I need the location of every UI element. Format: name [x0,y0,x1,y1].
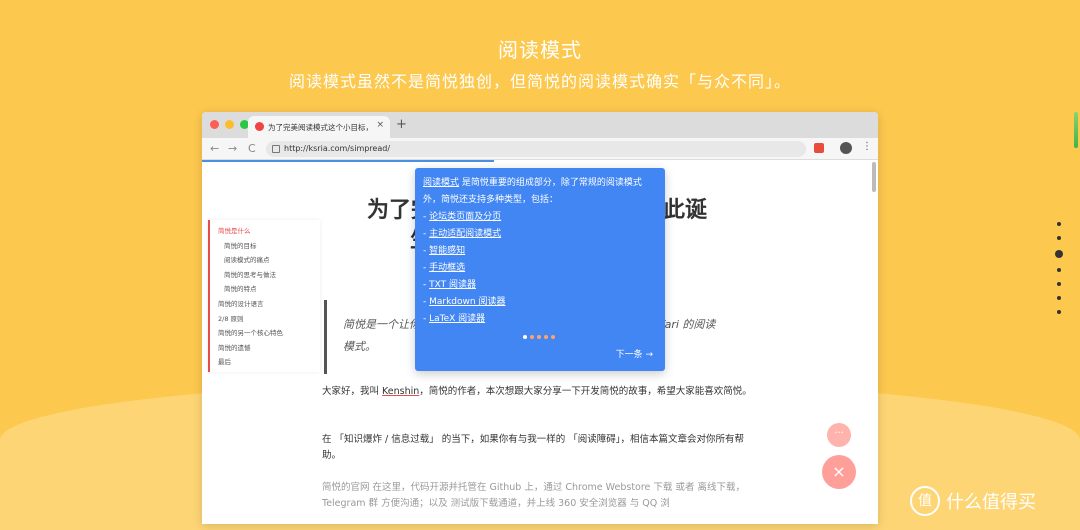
toc-item[interactable]: 简悦的目标 [218,239,320,254]
p1-before: 大家好，我叫 [322,386,383,397]
author-link[interactable]: Kenshin [382,386,419,397]
browser-tab[interactable]: 为了完美阅读模式这个小目标， × [248,116,390,138]
profile-avatar[interactable] [840,142,852,154]
window-controls [210,120,249,129]
section-dot[interactable] [1057,268,1061,272]
popover-item-link[interactable]: LaTeX 阅读器 [429,314,485,324]
section-dot[interactable] [1057,310,1061,314]
reading-progress-bar [202,160,494,162]
paragraph: 在 「知识爆炸 / 信息过载」 的当下，如果你有与我一样的 「阅读障碍」，相信本… [322,434,745,461]
pager-dot[interactable] [537,335,541,339]
toc-item[interactable]: 2/8 原则 [218,312,320,327]
scroll-progress-indicator [1074,112,1078,148]
toc-item[interactable]: 简悦的遗憾 [218,341,320,356]
popover-item-link[interactable]: 智能感知 [429,246,465,256]
popover-item-link[interactable]: TXT 阅读器 [429,280,476,290]
hero-subtitle: 阅读模式虽然不是简悦独创，但简悦的阅读模式确实「与众不同」。 [288,72,791,91]
tab-title: 为了完美阅读模式这个小目标， [268,123,373,132]
back-button[interactable]: ← [210,142,219,155]
browser-toolbar: ← → C http://ksria.com/simpread/ ⋮ [202,138,878,160]
section-dots-nav[interactable] [1052,222,1066,324]
quote-start: 简悦是一个让你 [343,318,420,331]
popover-pager-dots[interactable] [523,335,555,339]
forward-button[interactable]: → [228,142,237,155]
popover-item-link[interactable]: 手动框选 [429,263,465,273]
popover-item-link[interactable]: 主动适配阅读模式 [429,229,501,239]
section-dot[interactable] [1057,282,1061,286]
p1-after: ，简悦的作者，本次想跟大家分享一下开发简悦的故事，希望大家能喜欢简悦。 [419,386,752,397]
pager-dot[interactable] [544,335,548,339]
section-dot-active[interactable] [1055,250,1063,258]
paragraph: 简悦的官网 在这里，代码开源并托管在 Github 上，通过 Chrome We… [322,482,745,509]
pager-dot[interactable] [530,335,534,339]
toc-item[interactable]: 简悦的另一个核心特色 [218,326,320,341]
url-text: http://ksria.com/simpread/ [284,144,391,153]
more-options-button[interactable]: ··· [827,423,851,447]
popover-item-link[interactable]: 论坛类页面及分页 [429,212,501,222]
toc-item[interactable]: 阅读模式的痛点 [218,253,320,268]
minimize-window-button[interactable] [225,120,234,129]
toc-item[interactable]: 最后 [218,355,320,370]
toc-item[interactable]: 简悦的设计语言 [218,297,320,312]
reload-button[interactable]: C [248,142,256,155]
section-dot[interactable] [1057,236,1061,240]
close-tab-icon[interactable]: × [376,120,384,130]
table-of-contents: 简悦是什么 简悦的目标 阅读模式的痛点 简悦的思考与做法 简悦的特点 简悦的设计… [208,220,320,372]
toc-item[interactable]: 简悦的特点 [218,282,320,297]
close-fab-button[interactable]: × [822,455,856,489]
watermark-logo-icon: 值 [910,486,940,516]
new-tab-button[interactable]: + [396,117,407,132]
pager-dot[interactable] [551,335,555,339]
paragraph: 大家好，我叫 Kenshin，简悦的作者，本次想跟大家分享一下开发简悦的故事，希… [322,384,752,400]
browser-menu-icon[interactable]: ⋮ [862,141,872,152]
close-window-button[interactable] [210,120,219,129]
tab-bar: 为了完美阅读模式这个小目标， × + [202,112,878,138]
toc-item[interactable]: 简悦的思考与做法 [218,268,320,283]
address-bar[interactable]: http://ksria.com/simpread/ [266,141,806,157]
pager-dot-active[interactable] [523,335,527,339]
section-dot[interactable] [1057,222,1061,226]
page-scrollbar[interactable] [872,162,876,192]
popover-item-link[interactable]: Markdown 阅读器 [429,297,505,307]
toc-item[interactable]: 简悦是什么 [218,224,320,239]
simpread-extension-icon[interactable] [814,143,824,153]
hero-title: 阅读模式 [498,38,582,62]
feature-popover: 阅读模式 是简悦重要的组成部分，除了常规的阅读模式外，简悦还支持多种类型，包括：… [415,168,665,371]
watermark: 值 什么值得买 [910,486,1036,516]
page-icon [272,145,280,153]
reading-mode-link[interactable]: 阅读模式 [423,178,459,188]
watermark-text: 什么值得买 [946,492,1036,513]
next-tip-button[interactable]: 下一条 → [616,347,653,364]
section-dot[interactable] [1057,296,1061,300]
favicon-icon [255,122,264,131]
